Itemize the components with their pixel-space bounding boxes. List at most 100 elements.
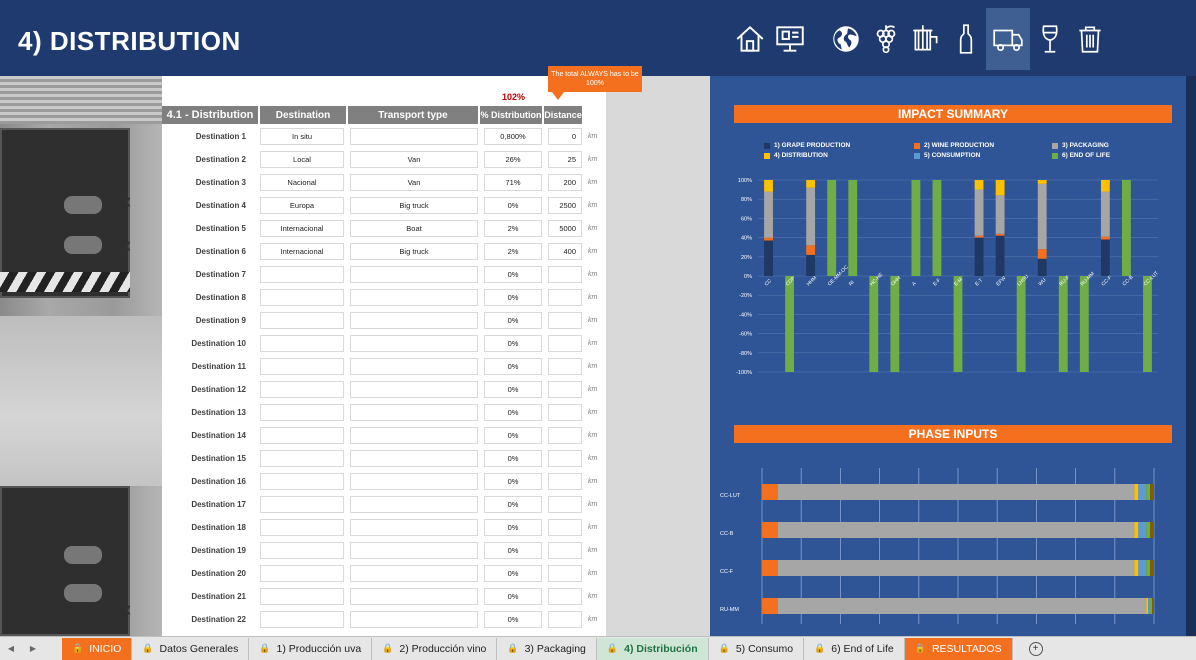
pct-distribution-cell[interactable]: 26% bbox=[484, 151, 542, 168]
transport-type-cell[interactable] bbox=[350, 611, 478, 628]
transport-type-cell[interactable] bbox=[350, 335, 478, 352]
destination-cell[interactable] bbox=[260, 450, 344, 467]
destination-cell[interactable]: Internacional bbox=[260, 243, 344, 260]
transport-type-cell[interactable] bbox=[350, 588, 478, 605]
distance-cell[interactable] bbox=[548, 611, 582, 628]
destination-cell[interactable] bbox=[260, 358, 344, 375]
globe-icon[interactable] bbox=[826, 8, 866, 70]
pct-distribution-cell[interactable]: 0% bbox=[484, 358, 542, 375]
distance-cell[interactable] bbox=[548, 473, 582, 490]
pct-distribution-cell[interactable]: 0% bbox=[484, 197, 542, 214]
pct-distribution-cell[interactable]: 0% bbox=[484, 611, 542, 628]
bottle-icon[interactable] bbox=[946, 8, 986, 70]
transport-type-cell[interactable] bbox=[350, 358, 478, 375]
transport-type-cell[interactable] bbox=[350, 404, 478, 421]
presentation-icon[interactable] bbox=[770, 8, 810, 70]
pct-distribution-cell[interactable]: 0% bbox=[484, 289, 542, 306]
destination-cell[interactable]: In situ bbox=[260, 128, 344, 145]
pct-distribution-cell[interactable]: 0% bbox=[484, 542, 542, 559]
pct-distribution-cell[interactable]: 0,800% bbox=[484, 128, 542, 145]
sheet-tab[interactable]: 🔒 RESULTADOS bbox=[904, 637, 1013, 660]
transport-type-cell[interactable]: Van bbox=[350, 151, 478, 168]
pct-distribution-cell[interactable]: 0% bbox=[484, 427, 542, 444]
pct-distribution-cell[interactable]: 2% bbox=[484, 243, 542, 260]
sheet-tab[interactable]: 🔒 5) Consumo bbox=[709, 637, 805, 660]
pct-distribution-cell[interactable]: 0% bbox=[484, 588, 542, 605]
transport-type-cell[interactable] bbox=[350, 289, 478, 306]
pct-distribution-cell[interactable]: 0% bbox=[484, 335, 542, 352]
distance-cell[interactable]: 0 bbox=[548, 128, 582, 145]
destination-cell[interactable] bbox=[260, 381, 344, 398]
transport-type-cell[interactable]: Big truck bbox=[350, 243, 478, 260]
transport-type-cell[interactable] bbox=[350, 381, 478, 398]
sheet-tab[interactable]: 🔒 INICIO bbox=[62, 637, 133, 660]
destination-cell[interactable]: Nacional bbox=[260, 174, 344, 191]
pct-distribution-cell[interactable]: 0% bbox=[484, 312, 542, 329]
truck-icon[interactable] bbox=[986, 8, 1030, 70]
destination-cell[interactable] bbox=[260, 335, 344, 352]
pct-distribution-cell[interactable]: 0% bbox=[484, 473, 542, 490]
home-icon[interactable] bbox=[730, 8, 770, 70]
transport-type-cell[interactable] bbox=[350, 312, 478, 329]
destination-cell[interactable] bbox=[260, 289, 344, 306]
destination-cell[interactable]: Europa bbox=[260, 197, 344, 214]
sheet-tab[interactable]: 🔒 3) Packaging bbox=[497, 637, 597, 660]
pct-distribution-cell[interactable]: 71% bbox=[484, 174, 542, 191]
distance-cell[interactable] bbox=[548, 335, 582, 352]
sheet-tab[interactable]: 🔒 4) Distribución bbox=[596, 637, 709, 660]
destination-cell[interactable] bbox=[260, 496, 344, 513]
distance-cell[interactable] bbox=[548, 312, 582, 329]
distance-cell[interactable] bbox=[548, 496, 582, 513]
transport-type-cell[interactable] bbox=[350, 128, 478, 145]
pct-distribution-cell[interactable]: 0% bbox=[484, 266, 542, 283]
transport-type-cell[interactable]: Van bbox=[350, 174, 478, 191]
grape-icon[interactable] bbox=[866, 8, 906, 70]
pct-distribution-cell[interactable]: 0% bbox=[484, 519, 542, 536]
destination-cell[interactable] bbox=[260, 588, 344, 605]
distance-cell[interactable] bbox=[548, 450, 582, 467]
pct-distribution-cell[interactable]: 0% bbox=[484, 381, 542, 398]
destination-cell[interactable] bbox=[260, 519, 344, 536]
pct-distribution-cell[interactable]: 0% bbox=[484, 404, 542, 421]
wine-glass-icon[interactable] bbox=[1030, 8, 1070, 70]
wine-press-icon[interactable] bbox=[906, 8, 946, 70]
transport-type-cell[interactable] bbox=[350, 542, 478, 559]
add-sheet-button[interactable]: + bbox=[1028, 641, 1043, 656]
distance-cell[interactable] bbox=[548, 266, 582, 283]
tab-scroll-right[interactable]: ▶ bbox=[22, 644, 44, 653]
distance-cell[interactable] bbox=[548, 427, 582, 444]
transport-type-cell[interactable]: Boat bbox=[350, 220, 478, 237]
transport-type-cell[interactable] bbox=[350, 519, 478, 536]
destination-cell[interactable] bbox=[260, 473, 344, 490]
transport-type-cell[interactable] bbox=[350, 473, 478, 490]
destination-cell[interactable] bbox=[260, 427, 344, 444]
destination-cell[interactable]: Internacional bbox=[260, 220, 344, 237]
transport-type-cell[interactable] bbox=[350, 427, 478, 444]
destination-cell[interactable] bbox=[260, 312, 344, 329]
distance-cell[interactable] bbox=[548, 381, 582, 398]
transport-type-cell[interactable] bbox=[350, 496, 478, 513]
tab-scroll-left[interactable]: ◀ bbox=[0, 644, 22, 653]
distance-cell[interactable] bbox=[548, 519, 582, 536]
destination-cell[interactable] bbox=[260, 611, 344, 628]
distance-cell[interactable] bbox=[548, 588, 582, 605]
distance-cell[interactable] bbox=[548, 542, 582, 559]
distance-cell[interactable]: 400 bbox=[548, 243, 582, 260]
transport-type-cell[interactable] bbox=[350, 266, 478, 283]
sheet-tab[interactable]: 🔒 1) Producción uva bbox=[249, 637, 373, 660]
destination-cell[interactable] bbox=[260, 404, 344, 421]
transport-type-cell[interactable] bbox=[350, 565, 478, 582]
pct-distribution-cell[interactable]: 0% bbox=[484, 450, 542, 467]
sheet-tab[interactable]: 🔒 6) End of Life bbox=[804, 637, 905, 660]
pct-distribution-cell[interactable]: 0% bbox=[484, 565, 542, 582]
destination-cell[interactable] bbox=[260, 266, 344, 283]
transport-type-cell[interactable]: Big truck bbox=[350, 197, 478, 214]
transport-type-cell[interactable] bbox=[350, 450, 478, 467]
distance-cell[interactable] bbox=[548, 565, 582, 582]
sheet-tab[interactable]: 🔒 2) Producción vino bbox=[372, 637, 498, 660]
trash-icon[interactable] bbox=[1070, 8, 1110, 70]
distance-cell[interactable] bbox=[548, 404, 582, 421]
distance-cell[interactable] bbox=[548, 289, 582, 306]
destination-cell[interactable] bbox=[260, 565, 344, 582]
pct-distribution-cell[interactable]: 2% bbox=[484, 220, 542, 237]
